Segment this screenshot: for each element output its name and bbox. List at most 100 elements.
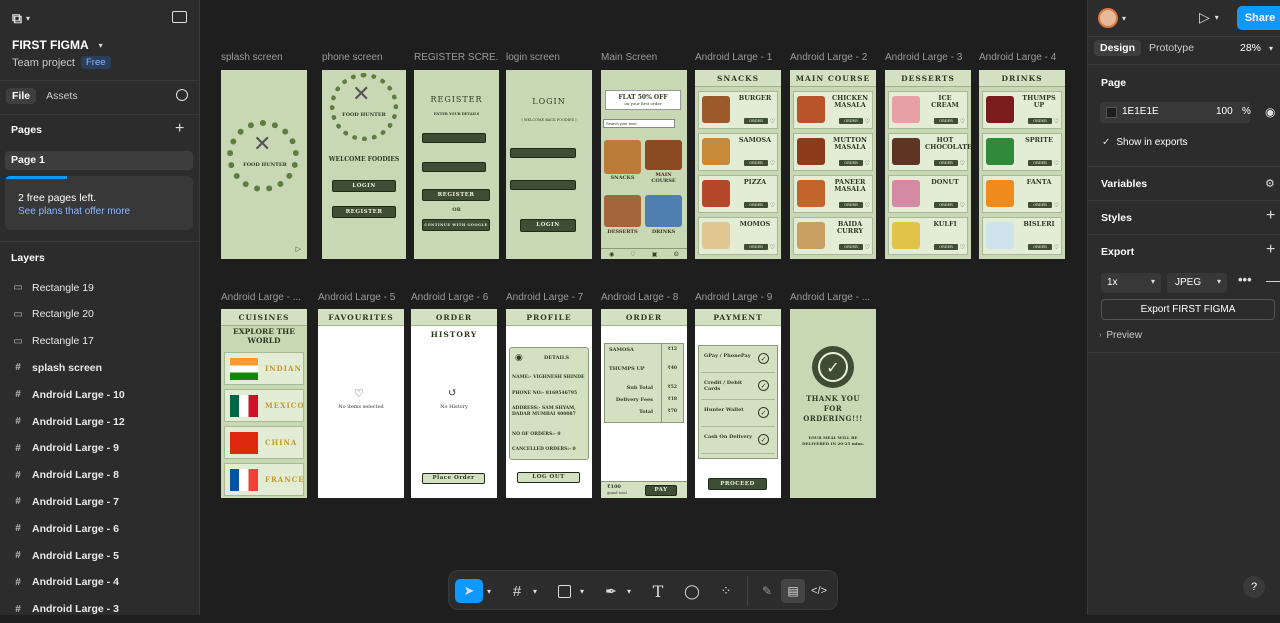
order-button[interactable]: ORDER xyxy=(839,244,863,250)
register-button[interactable]: REGISTER xyxy=(332,206,396,218)
order-button[interactable]: ORDER xyxy=(934,244,958,250)
order-button[interactable]: ORDER xyxy=(744,202,768,208)
design-mode-button[interactable]: ▤ xyxy=(781,579,805,603)
dev-mode-button[interactable]: </> xyxy=(807,579,831,603)
profile-icon[interactable]: ☺ xyxy=(674,251,679,258)
frame-splash-screen[interactable]: ✕ FOOD HUNTER ▷ xyxy=(221,70,307,259)
frame-label[interactable]: Android Large - 3 xyxy=(885,52,971,63)
google-button[interactable]: CONTINUE WITH GOOGLE xyxy=(422,219,490,231)
heart-icon[interactable]: ♡ xyxy=(960,118,965,125)
frame-label[interactable]: Android Large - 5 xyxy=(318,292,404,303)
shape-tool-chevron[interactable]: ▾ xyxy=(576,579,588,603)
frame-order[interactable]: ORDER SAMOSA ₹12 THUMPS UP ₹40 Sub Total ₹52 D… xyxy=(601,309,687,498)
frame-label[interactable]: phone screen xyxy=(322,52,406,63)
order-button[interactable]: ORDER xyxy=(1028,118,1052,124)
cuisine-item[interactable]: CHINA xyxy=(224,426,304,459)
heart-icon[interactable]: ♡ xyxy=(1054,118,1059,125)
frame-label[interactable]: login screen xyxy=(506,52,592,63)
menu-item-card[interactable]: BURGER ORDER ♡ xyxy=(698,91,778,129)
toggle-sidebar-icon[interactable] xyxy=(172,11,187,23)
frame-label[interactable]: splash screen xyxy=(221,52,307,63)
add-style-icon[interactable]: + xyxy=(1266,207,1275,225)
frame-tool-button[interactable]: # xyxy=(505,579,529,603)
frame-order-history[interactable]: ORDER HISTORY ↺ No History Place Order xyxy=(411,309,497,498)
category-snacks[interactable] xyxy=(604,140,641,174)
history-icon[interactable]: ▣ xyxy=(652,251,658,258)
frame-label[interactable]: Android Large - ... xyxy=(221,292,307,303)
order-button[interactable]: ORDER xyxy=(1028,244,1052,250)
heart-icon[interactable]: ♡ xyxy=(865,244,870,251)
frame-label[interactable]: Android Large - 9 xyxy=(695,292,781,303)
order-button[interactable]: ORDER xyxy=(839,202,863,208)
frame-main-screen[interactable]: FLAT 50% OFF on your first order Search … xyxy=(601,70,687,259)
menu-item-card[interactable]: THUMPS UP ORDER ♡ xyxy=(982,91,1062,129)
tab-prototype[interactable]: Prototype xyxy=(1149,42,1194,54)
play-icon[interactable]: ▷ xyxy=(296,245,301,253)
frame-profile[interactable]: PROFILE ◉ DETAILS NAME:- VIGHNESH SHINDE… xyxy=(506,309,592,498)
frame-phone-screen[interactable]: ✕ FOOD HUNTER WELCOME FOODIES LOGIN REGI… xyxy=(322,70,406,259)
present-menu[interactable]: ▷ ▾ xyxy=(1199,9,1219,26)
check-circle-icon[interactable]: ✓ xyxy=(758,407,769,418)
heart-icon[interactable]: ♡ xyxy=(865,160,870,167)
menu-item-card[interactable]: SPRITE ORDER ♡ xyxy=(982,133,1062,171)
actions-button[interactable]: ⁘ xyxy=(714,579,738,603)
pen-tool-chevron[interactable]: ▾ xyxy=(623,579,635,603)
tab-file[interactable]: File xyxy=(6,88,37,104)
frame-label[interactable]: Android Large - 2 xyxy=(790,52,876,63)
layer-item[interactable]: # Android Large - 7 xyxy=(0,488,200,515)
eye-icon[interactable]: ◉ xyxy=(1265,105,1275,119)
menu-item-card[interactable]: FANTA ORDER ♡ xyxy=(982,175,1062,213)
heart-icon[interactable]: ♡ xyxy=(865,202,870,209)
order-button[interactable]: ORDER xyxy=(934,202,958,208)
preview-toggle[interactable]: › Preview xyxy=(1099,330,1142,341)
menu-item-card[interactable]: CHICKEN MASALA ORDER ♡ xyxy=(793,91,873,129)
heart-icon[interactable]: ♡ xyxy=(770,244,775,251)
add-export-icon[interactable]: + xyxy=(1266,241,1275,259)
menu-item-card[interactable]: ICE CREAM ORDER ♡ xyxy=(888,91,968,129)
background-color-field[interactable]: 1E1E1E 100 % xyxy=(1100,102,1251,123)
frame-label[interactable]: Android Large - 1 xyxy=(695,52,781,63)
menu-item-card[interactable]: DONUT ORDER ♡ xyxy=(888,175,968,213)
heart-icon[interactable]: ♡ xyxy=(960,202,965,209)
category-drinks[interactable] xyxy=(645,195,682,227)
proceed-button[interactable]: PROCEED xyxy=(708,478,767,490)
payment-option[interactable]: Credit / Debit Cards ✓ xyxy=(701,376,775,400)
see-plans-link[interactable]: See plans that offer more xyxy=(18,206,130,217)
zoom-menu[interactable]: 28% ▾ xyxy=(1240,42,1273,54)
name-field[interactable] xyxy=(422,133,486,143)
menu-item-card[interactable]: MUTTON MASALA ORDER ♡ xyxy=(793,133,873,171)
order-button[interactable]: ORDER xyxy=(839,118,863,124)
menu-item-card[interactable]: SAMOSA ORDER ♡ xyxy=(698,133,778,171)
layer-item[interactable]: ▭ Rectangle 20 xyxy=(0,301,200,328)
password-field[interactable] xyxy=(510,180,576,190)
add-page-icon[interactable]: + xyxy=(175,120,184,138)
heart-icon[interactable]: ♡ xyxy=(960,160,965,167)
frame-label[interactable]: Android Large - ... xyxy=(790,292,876,303)
payment-option[interactable]: Cash On Delivery ✓ xyxy=(701,430,775,454)
frame-thank-you[interactable]: ✓ THANK YOU FOR ORDERING!!! YOUR MEAL WI… xyxy=(790,309,876,498)
search-bar[interactable]: Search your food xyxy=(603,119,675,128)
background-opacity[interactable]: 100 xyxy=(1216,106,1233,117)
home-icon[interactable]: ◉ xyxy=(609,251,614,258)
layer-item[interactable]: # Android Large - 5 xyxy=(0,542,200,569)
main-menu[interactable]: ⧉ ▾ xyxy=(12,10,30,26)
login-button[interactable]: LOGIN xyxy=(332,180,396,192)
help-button[interactable]: ? xyxy=(1243,576,1265,598)
heart-icon[interactable]: ♡ xyxy=(770,118,775,125)
frame-snacks[interactable]: SNACKS BURGER ORDER ♡ SAMOSA ORDER ♡ PIZZA ORDE… xyxy=(695,70,781,259)
canvas[interactable]: splash screen phone screen REGISTER SCRE..… xyxy=(200,0,1087,615)
frame-cuisines[interactable]: CUISINES EXPLORE THE WORLD INDIAN MEXICO C… xyxy=(221,309,307,498)
frame-tool-chevron[interactable]: ▾ xyxy=(529,579,541,603)
cuisine-item[interactable]: MEXICO xyxy=(224,389,304,422)
move-tool-chevron[interactable]: ▾ xyxy=(483,579,495,603)
order-button[interactable]: ORDER xyxy=(839,160,863,166)
heart-icon[interactable]: ♡ xyxy=(1054,202,1059,209)
layer-item[interactable]: # Android Large - 9 xyxy=(0,435,200,462)
layer-item[interactable]: # Android Large - 8 xyxy=(0,462,200,489)
payment-option[interactable]: GPay / PhonePay ✓ xyxy=(701,349,775,373)
frame-main-course[interactable]: MAIN COURSE CHICKEN MASALA ORDER ♡ MUTTON M… xyxy=(790,70,876,259)
payment-option[interactable]: Hunter Wallet ✓ xyxy=(701,403,775,427)
check-circle-icon[interactable]: ✓ xyxy=(758,353,769,364)
order-button[interactable]: ORDER xyxy=(744,118,768,124)
layer-item[interactable]: # Android Large - 10 xyxy=(0,381,200,408)
